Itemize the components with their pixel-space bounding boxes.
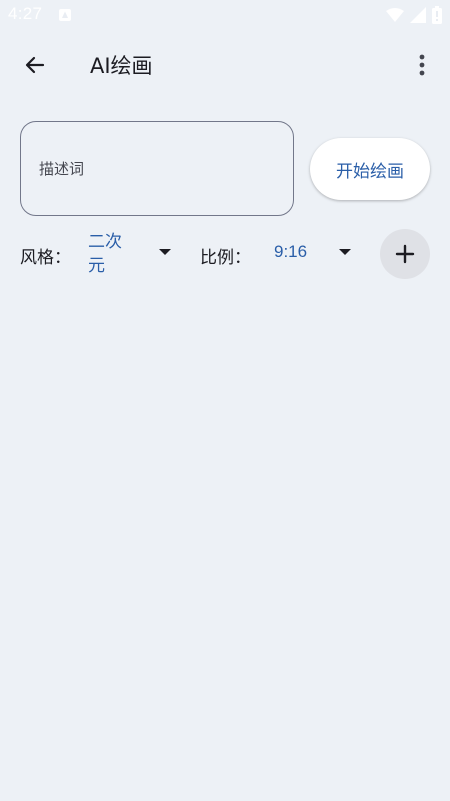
ratio-label: 比例： — [200, 248, 251, 268]
status-icons — [386, 6, 442, 24]
prompt-field[interactable] — [20, 121, 294, 216]
app-bar: AI绘画 — [0, 32, 450, 98]
prompt-input[interactable] — [21, 122, 293, 215]
ratio-selected-value: 9:16 — [274, 242, 308, 261]
signal-icon — [410, 7, 426, 23]
status-bar: 4:27 — [0, 0, 450, 32]
style-label: 风格： — [20, 248, 71, 268]
more-options-button[interactable] — [402, 44, 442, 86]
back-button[interactable] — [12, 42, 58, 88]
wifi-icon — [386, 7, 404, 22]
page-title: AI绘画 — [90, 54, 153, 78]
style-dropdown[interactable]: 二次元 — [84, 228, 176, 280]
plus-icon — [395, 244, 415, 264]
caret-down-icon — [159, 249, 171, 255]
add-button[interactable] — [380, 229, 430, 279]
more-vert-icon — [419, 54, 425, 76]
status-time: 4:27 — [8, 4, 43, 23]
start-drawing-button[interactable]: 开始绘画 — [310, 138, 430, 200]
arrow-left-icon — [25, 56, 45, 74]
battery-icon — [432, 6, 442, 24]
notification-icon — [59, 9, 71, 21]
style-selected-value: 二次元 — [88, 232, 122, 276]
caret-down-icon — [339, 249, 351, 255]
ratio-dropdown[interactable]: 9:16 — [270, 238, 360, 270]
start-drawing-label: 开始绘画 — [336, 161, 404, 182]
